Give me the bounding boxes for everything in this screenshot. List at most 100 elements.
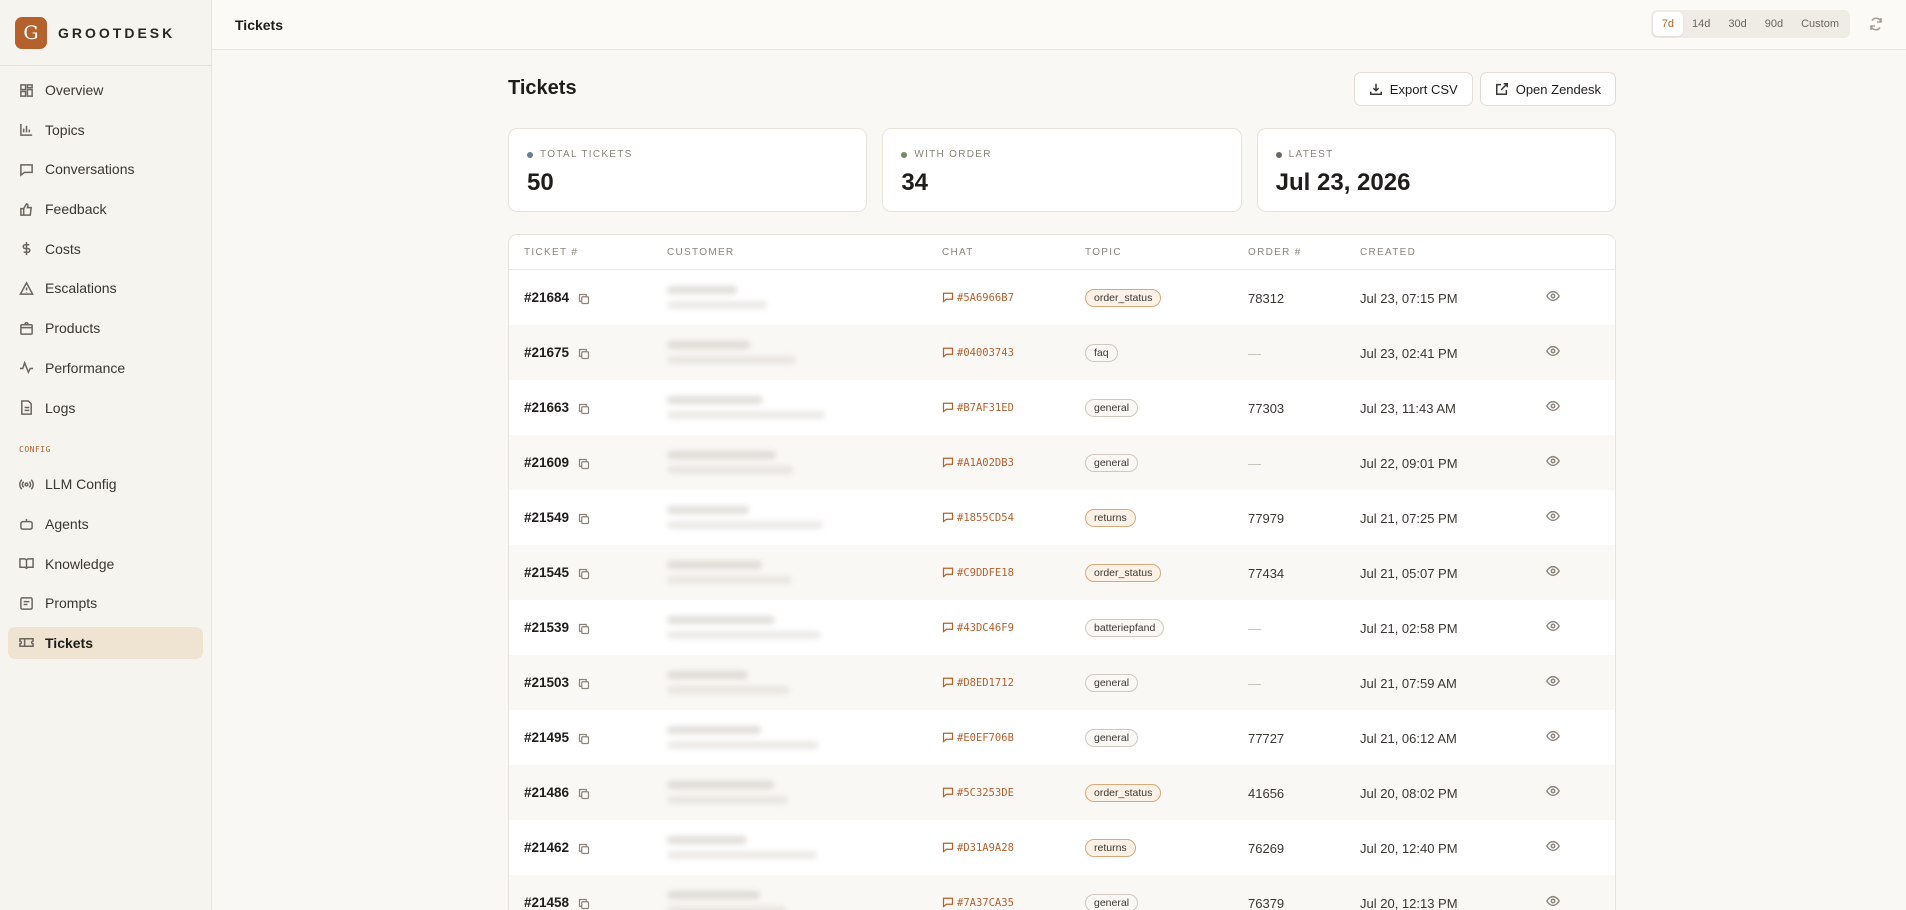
eye-icon[interactable] [1546,455,1560,471]
table-row[interactable]: #21684 #5A6966B7 order_status 78312 Jul … [509,270,1615,325]
copy-icon[interactable] [578,292,590,304]
ticket-number[interactable]: #21486 [524,785,569,800]
eye-icon[interactable] [1546,345,1560,361]
eye-icon[interactable] [1546,400,1560,416]
table-row[interactable]: #21675 #04003743 faq — Jul 23, 02:41 PM [509,325,1615,380]
table-row[interactable]: #21458 #7A37CA35 general 76379 Jul 20, 1… [509,875,1615,910]
sidebar-item-performance[interactable]: Performance [8,352,203,384]
chat-link[interactable]: #E0EF706B [942,730,1085,746]
column-header-topic[interactable]: TOPIC [1085,247,1248,258]
topic-cell: returns [1085,838,1248,857]
table-row[interactable]: #21486 #5C3253DE order_status 41656 Jul … [509,765,1615,820]
eye-icon[interactable] [1546,510,1560,526]
eye-icon[interactable] [1546,620,1560,636]
ticket-number[interactable]: #21458 [524,895,569,910]
table-row[interactable]: #21539 #43DC46F9 batteriepfand — Jul 21,… [509,600,1615,655]
eye-icon[interactable] [1546,895,1560,910]
eye-glyph [1546,785,1560,797]
table-row[interactable]: #21503 #D8ED1712 general — Jul 21, 07:59… [509,655,1615,710]
eye-glyph [1546,895,1560,907]
chat-link[interactable]: #5C3253DE [942,785,1085,801]
column-header-created[interactable]: CREATED [1360,247,1546,258]
chat-link[interactable]: #04003743 [942,345,1085,361]
sidebar-item-llm-config[interactable]: LLM Config [8,468,203,500]
chat-link[interactable]: #B7AF31ED [942,400,1085,416]
grid-icon [20,83,33,97]
copy-icon[interactable] [578,732,590,744]
eye-icon[interactable] [1546,290,1560,306]
sidebar-item-topics[interactable]: Topics [8,114,203,146]
sidebar-item-knowledge[interactable]: Knowledge [8,548,203,580]
sidebar-item-overview[interactable]: Overview [8,74,203,106]
order-number: 41656 [1248,785,1285,801]
table-row[interactable]: #21609 #A1A02DB3 general — Jul 22, 09:01… [509,435,1615,490]
sidebar-item-escalations[interactable]: Escalations [8,272,203,304]
redacted-email [667,851,817,859]
copy-icon[interactable] [578,457,590,469]
column-header-chat[interactable]: CHAT [942,247,1085,258]
ticket-number[interactable]: #21539 [524,620,569,635]
ticket-number[interactable]: #21503 [524,675,569,690]
ticket-number[interactable]: #21462 [524,840,569,855]
table-row[interactable]: #21495 #E0EF706B general 77727 Jul 21, 0… [509,710,1615,765]
ticket-number[interactable]: #21549 [524,510,569,525]
sidebar-item-products[interactable]: Products [8,312,203,344]
chat-link[interactable]: #A1A02DB3 [942,455,1085,471]
column-header-customer[interactable]: CUSTOMER [653,247,942,258]
ticket-number[interactable]: #21684 [524,290,569,305]
copy-icon[interactable] [578,622,590,634]
chat-link[interactable]: #7A37CA35 [942,895,1085,910]
chat-link[interactable]: #D8ED1712 [942,675,1085,691]
export-csv-label: Export CSV [1389,81,1458,97]
sidebar-item-conversations[interactable]: Conversations [8,153,203,185]
ticket-number[interactable]: #21675 [524,345,569,360]
ticket-number[interactable]: #21545 [524,565,569,580]
table-row[interactable]: #21663 #B7AF31ED general 77303 Jul 23, 1… [509,380,1615,435]
ticket-number[interactable]: #21663 [524,400,569,415]
thumbs-up-icon [20,202,33,216]
chat-link[interactable]: #1855CD54 [942,510,1085,526]
copy-icon[interactable] [578,897,590,909]
open-zendesk-button[interactable]: Open Zendesk [1479,72,1616,106]
copy-glyph [578,513,590,524]
chat-link[interactable]: #D31A9A28 [942,840,1085,856]
sidebar-item-costs[interactable]: Costs [8,233,203,265]
export-csv-button[interactable]: Export CSV [1353,72,1473,106]
sidebar-item-label: Overview [45,82,104,98]
table-row[interactable]: #21462 #D31A9A28 returns 76269 Jul 20, 1… [509,820,1615,875]
range-30d-button[interactable]: 30d [1719,12,1755,36]
ticket-number[interactable]: #21609 [524,455,569,470]
sidebar-item-logs[interactable]: Logs [8,392,203,424]
chat-link[interactable]: #C9DDFE18 [942,565,1085,581]
eye-icon[interactable] [1546,785,1560,801]
copy-icon[interactable] [578,567,590,579]
range-custom-button[interactable]: Custom [1792,12,1848,36]
brand[interactable]: G GROOTDESK [0,0,211,66]
ticket-number[interactable]: #21495 [524,730,569,745]
chat-link[interactable]: #43DC46F9 [942,620,1085,636]
column-header-order[interactable]: ORDER # [1248,247,1360,258]
eye-icon[interactable] [1546,565,1560,581]
sidebar-item-tickets[interactable]: Tickets [8,626,203,659]
eye-icon[interactable] [1546,730,1560,746]
copy-icon[interactable] [578,842,590,854]
chat-icon [942,730,954,746]
column-header-ticket[interactable]: TICKET # [509,247,653,258]
copy-icon[interactable] [578,512,590,524]
eye-icon[interactable] [1546,840,1560,856]
table-row[interactable]: #21549 #1855CD54 returns 77979 Jul 21, 0… [509,490,1615,545]
copy-icon[interactable] [578,347,590,359]
range-7d-button[interactable]: 7d [1652,12,1684,36]
chat-link[interactable]: #5A6966B7 [942,290,1085,306]
copy-icon[interactable] [578,402,590,414]
range-90d-button[interactable]: 90d [1756,12,1792,36]
copy-icon[interactable] [578,787,590,799]
eye-icon[interactable] [1546,675,1560,691]
copy-icon[interactable] [578,677,590,689]
sidebar-item-prompts[interactable]: Prompts [8,587,203,619]
table-row[interactable]: #21545 #C9DDFE18 order_status 77434 Jul … [509,545,1615,600]
sidebar-item-feedback[interactable]: Feedback [8,193,203,225]
sidebar-item-agents[interactable]: Agents [8,508,203,540]
range-14d-button[interactable]: 14d [1683,12,1719,36]
refresh-button[interactable] [1868,16,1884,32]
